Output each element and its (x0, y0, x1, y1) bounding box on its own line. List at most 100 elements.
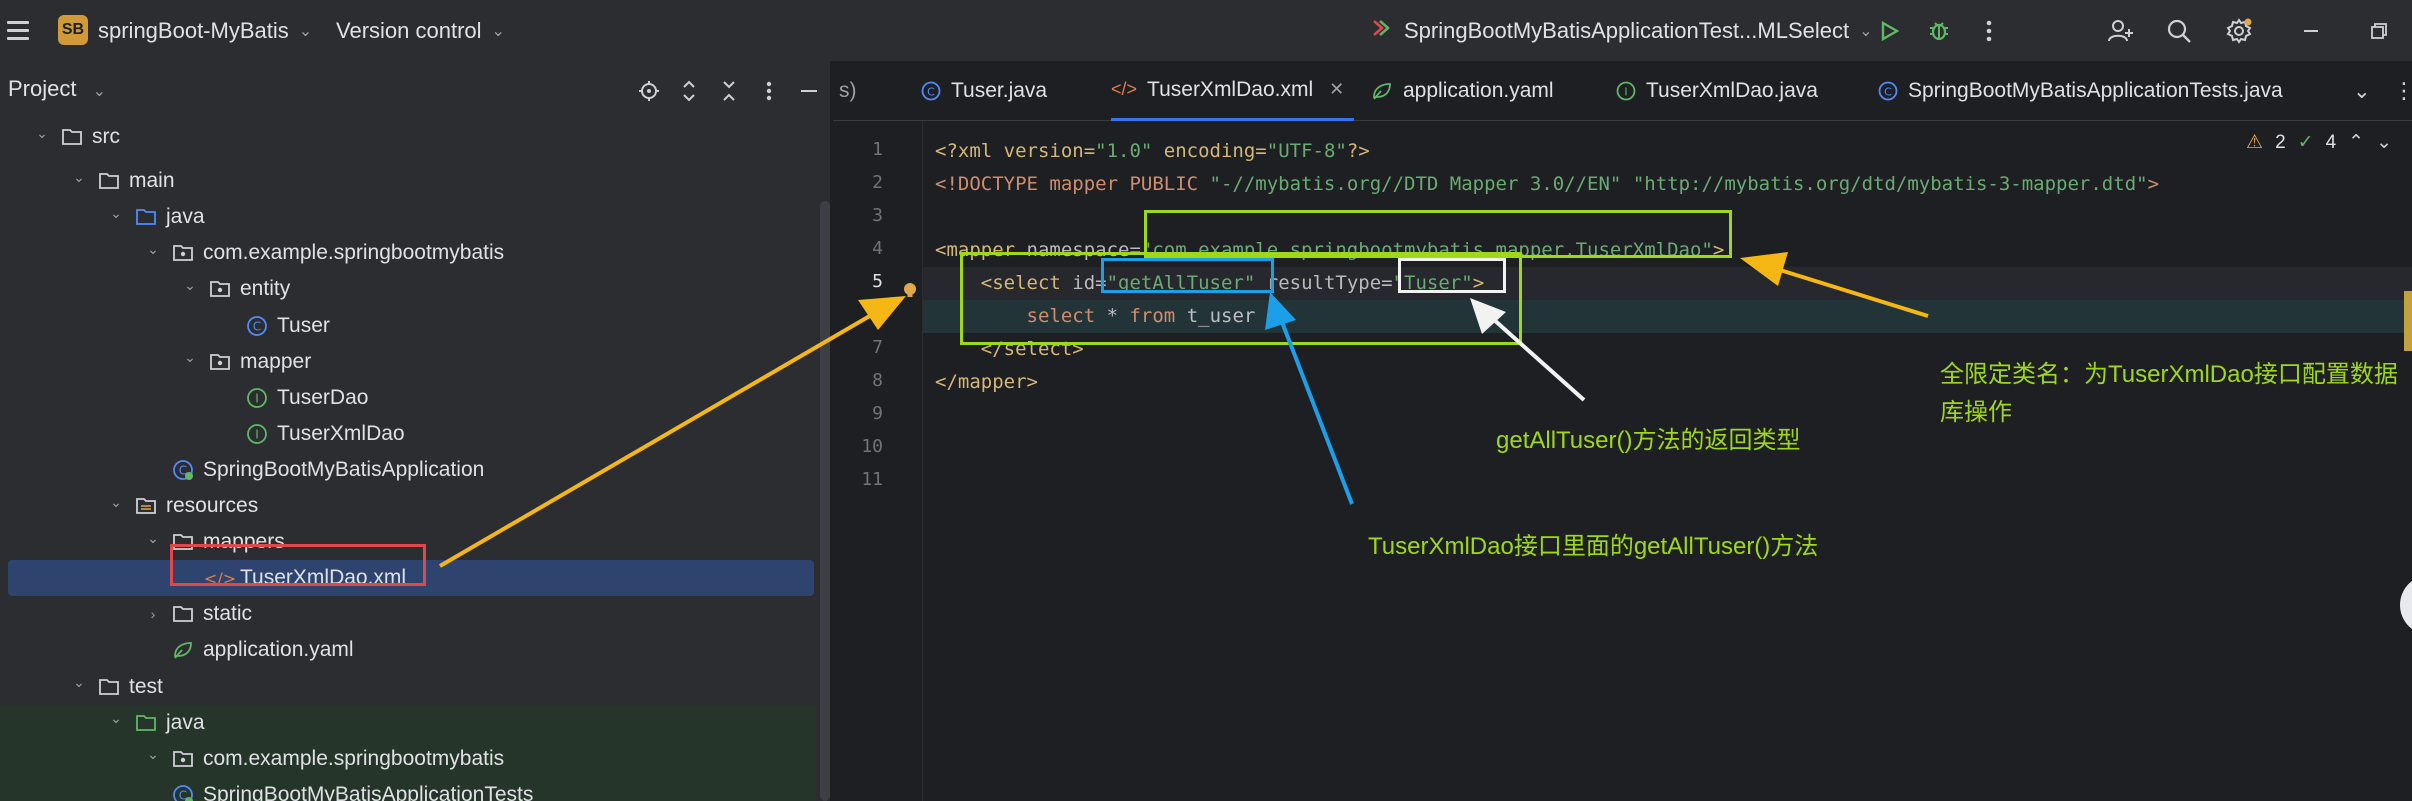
tab-overflow-left[interactable]: s) (839, 61, 857, 121)
chevron-down-icon[interactable]: ⌄ (143, 737, 163, 773)
package-icon (171, 747, 195, 771)
chevron-down-icon[interactable]: ⌄ (2376, 131, 2392, 154)
chevron-down-icon[interactable]: ⌄ (69, 665, 89, 701)
tree-item[interactable]: ⌄ resources (0, 488, 816, 524)
hamburger-icon[interactable] (6, 0, 30, 61)
chevron-down-icon[interactable]: ⌄ (143, 231, 163, 267)
class-icon: C (921, 81, 941, 101)
chevron-right-icon[interactable]: › (143, 596, 163, 632)
tab-tuserxmldao-xml[interactable]: </> TuserXmlDao.xml ✕ (1111, 61, 1355, 121)
tree-item[interactable]: ⌄ main (0, 163, 816, 199)
chevron-down-icon[interactable]: ⌄ (106, 195, 126, 231)
chevron-down-icon[interactable]: ⌄ (180, 340, 200, 376)
add-user-icon[interactable] (2102, 12, 2140, 50)
restore-icon[interactable] (2360, 12, 2398, 50)
folder-icon (171, 602, 195, 626)
xml-icon: </> (1111, 79, 1138, 99)
svg-text:C: C (1884, 86, 1892, 99)
tab-label: s) (839, 79, 857, 102)
tree-item-label: com.example.springbootmybatis (203, 241, 505, 265)
project-name: springBoot-MyBatis (98, 17, 289, 43)
collapse-all-icon[interactable] (710, 71, 748, 111)
junit-icon (1370, 17, 1392, 45)
tree-item-label: java (166, 205, 205, 229)
tree-item[interactable]: ⌄ test (0, 669, 816, 705)
debug-icon[interactable] (1920, 12, 1958, 50)
tree-item[interactable]: application.yaml (0, 632, 816, 668)
tree-item[interactable]: C Tuser (0, 308, 816, 344)
chevron-down-icon[interactable]: ⌄ (32, 115, 52, 151)
chevron-down-icon[interactable]: ⌄ (106, 484, 126, 520)
run-icon[interactable] (1870, 12, 1908, 50)
line-number: 5 (872, 271, 883, 292)
annotation-method-note: TuserXmlDao接口里面的getAllTuser()方法 (1368, 533, 1819, 560)
tree-item-label: TuserDao (277, 385, 369, 409)
project-switcher[interactable]: springBoot-MyBatis ⌄ (98, 0, 312, 61)
tree-item-label: TuserXmlDao (277, 421, 405, 445)
tree-item[interactable]: I TuserXmlDao (0, 416, 816, 452)
spring-class-icon: C (171, 458, 195, 482)
hide-panel-icon[interactable] (790, 71, 828, 111)
tree-item-label: Tuser (277, 313, 330, 337)
vcs-menu[interactable]: Version control ⌄ (336, 0, 505, 61)
tree-item[interactable]: ⌄ java (0, 704, 816, 741)
project-panel-header: Project ⌄ (0, 61, 830, 121)
search-icon[interactable] (2160, 12, 2198, 50)
tree-item[interactable]: › static (0, 596, 816, 632)
chevron-down-icon[interactable]: ⌄ (106, 701, 126, 737)
tab-label: TuserXmlDao.java (1646, 79, 1818, 102)
tree-item[interactable]: C SpringBootMyBatisApplicationTests (0, 776, 816, 801)
run-config-selector[interactable]: SpringBootMyBatisApplicationTest...MLSel… (1370, 0, 1873, 61)
locate-icon[interactable] (630, 71, 668, 111)
tree-item[interactable]: ⌄ com.example.springbootmybatis (0, 740, 816, 777)
svg-text:C: C (927, 86, 935, 99)
warning-icon: ⚠ (2246, 132, 2264, 153)
tab-springbootmybatisapplicationtests-java[interactable]: C SpringBootMyBatisApplicationTests.java (1878, 61, 2283, 121)
project-view-selector[interactable]: Project ⌄ (8, 76, 106, 102)
more-icon[interactable]: ⋮ (2393, 61, 2412, 121)
tab-tuserxmldao-java[interactable]: I TuserXmlDao.java (1616, 61, 1818, 121)
tab-application-yaml[interactable]: application.yaml (1371, 61, 1554, 121)
more-icon[interactable] (1970, 12, 2008, 50)
svg-text:I: I (255, 427, 259, 441)
tree-item[interactable]: ⌄ src (0, 119, 816, 155)
settings-icon[interactable] (2220, 12, 2258, 50)
tree-item[interactable]: I TuserDao (0, 380, 816, 416)
line-number: 7 (872, 337, 883, 358)
chevron-down-icon: ⌄ (298, 22, 313, 40)
minimize-icon[interactable] (2292, 12, 2330, 50)
expand-all-icon[interactable] (670, 71, 708, 111)
line-number: 10 (861, 436, 883, 457)
annotation-box-method-id (1101, 258, 1274, 293)
intention-bulb-icon[interactable] (901, 281, 919, 299)
warning-count: 2 (2275, 131, 2286, 153)
tree-item[interactable]: ⌄ entity (0, 271, 816, 307)
chevron-up-icon[interactable]: ⌃ (2348, 131, 2364, 154)
interface-icon: I (1616, 81, 1636, 101)
svg-text:I: I (1624, 86, 1627, 99)
tree-item[interactable]: ⌄ mapper (0, 344, 816, 380)
project-scrollbar[interactable] (820, 201, 830, 801)
tree-item[interactable]: ⌄ com.example.springbootmybatis (0, 235, 816, 271)
annotation-box-result-type (1398, 258, 1506, 293)
tree-item-label: main (129, 169, 175, 193)
package-icon (208, 277, 232, 301)
class-icon: C (245, 314, 269, 338)
tree-item-label: SpringBootMyBatisApplication (203, 457, 485, 481)
close-icon[interactable]: ✕ (1329, 79, 1344, 100)
chevron-down-icon[interactable]: ⌄ (180, 267, 200, 303)
inspection-widget[interactable]: ⚠ 2 ✓ 4 ⌃ ⌄ (2246, 131, 2392, 154)
more-icon[interactable] (750, 71, 788, 111)
tab-tuser-java[interactable]: C Tuser.java (921, 61, 1047, 121)
tree-item[interactable]: ⌄ java (0, 199, 816, 235)
tree-item-label: application.yaml (203, 638, 354, 662)
tab-label: Tuser.java (951, 79, 1048, 102)
tree-item[interactable]: C SpringBootMyBatisApplication (0, 452, 816, 488)
folder-icon (97, 675, 121, 699)
tabs-dropdown-icon[interactable]: ⌄ (2353, 61, 2371, 121)
chevron-down-icon[interactable]: ⌄ (69, 159, 89, 195)
folder-icon (97, 169, 121, 193)
spring-class-icon: C (171, 783, 195, 801)
chevron-down-icon[interactable]: ⌄ (143, 520, 163, 556)
line-number: 6 (872, 304, 883, 325)
